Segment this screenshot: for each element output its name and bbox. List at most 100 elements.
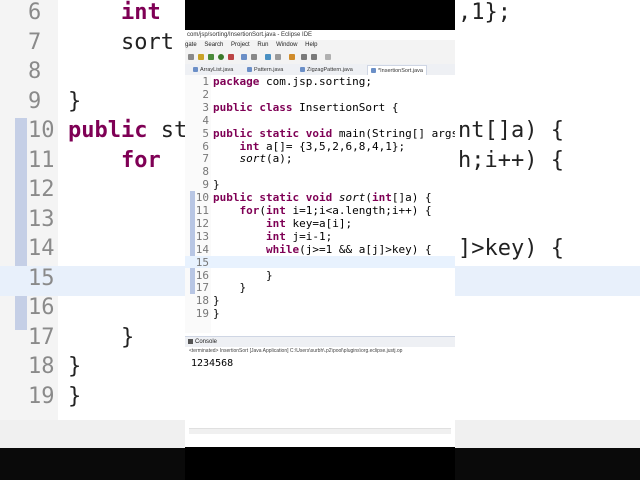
code-line[interactable]: 1 package com.jsp.sorting; [185,75,455,88]
code-text: } [213,268,273,282]
background-line-number: 10 [28,118,55,143]
line-number: 15 [195,255,209,269]
code-text: int a[]= {3,5,2,6,8,4,1}; [239,139,406,153]
line-number: 3 [202,100,209,114]
toolbar-back-icon[interactable] [301,54,307,60]
code-text: public static void main(String[] args [213,126,455,140]
code-text: int key=a[i]; [265,216,353,230]
line-number: 2 [202,87,209,101]
console-title: Console [195,339,218,345]
background-code-right: nt[]a) { [458,118,564,143]
code-line[interactable]: 8 [185,165,455,178]
background-line-number: 16 [28,295,55,320]
console-horizontal-scrollbar[interactable] [189,428,451,434]
background-code-text: } [68,383,82,409]
toolbar-pin-icon[interactable] [325,54,331,60]
code-text: package com.jsp.sorting; [213,75,372,88]
code-line[interactable]: 18} [185,294,455,307]
java-file-icon [371,68,376,74]
line-number: 17 [195,281,209,295]
background-line-number: 6 [28,0,42,25]
code-line[interactable]: 3 public class InsertionSort { [185,101,455,114]
tab-pattern[interactable]: Pattern.java [247,65,283,75]
menu-help[interactable]: Help [305,40,317,50]
background-line-number: 12 [28,177,55,202]
code-line[interactable]: 19} [185,307,455,320]
line-number: 1 [202,75,209,88]
background-code-text: int [120,0,161,25]
java-file-icon [300,67,305,73]
background-line-number: 7 [28,29,42,55]
menu-search[interactable]: Search [204,40,223,50]
code-line[interactable]: 7 sort(a); [185,152,455,165]
toolbar-annotation-icon[interactable] [275,54,281,60]
code-text: while(j>=1 && a[j]>key) { [265,242,432,256]
background-code-text: public st [68,118,188,143]
code-line[interactable]: 12 int key=a[i]; [185,217,455,230]
code-line[interactable]: 5 public static void main(String[] args [185,127,455,140]
background-line-number: 11 [28,147,55,173]
background-line-number: 18 [28,354,55,379]
line-number: 12 [195,216,209,230]
toolbar-forward-icon[interactable] [311,54,317,60]
menu-window[interactable]: Window [276,40,297,50]
background-code-right: ]>key) { [458,236,564,261]
code-line[interactable]: 16 } [185,269,455,282]
code-text: public class InsertionSort { [213,100,399,114]
menu-project[interactable]: Project [231,40,250,50]
java-file-icon [193,67,198,73]
code-line[interactable]: 9} [185,178,455,191]
toolbar-save-icon[interactable] [198,54,204,60]
code-line[interactable]: 17 } [185,281,455,294]
code-line[interactable]: 14 while(j>=1 && a[j]>key) { [185,243,455,256]
toolbar-debug-icon[interactable] [208,54,214,60]
code-line[interactable]: 4 [185,114,455,127]
background-line-number: 8 [28,59,42,84]
toolbar-open-type-icon[interactable] [241,54,247,60]
tab-label: Pattern.java [254,67,284,73]
background-code-right: ,1}; [458,0,511,25]
line-number: 4 [202,113,209,127]
background-line-number: 9 [28,88,42,114]
line-number: 14 [195,242,209,256]
code-line[interactable]: 2 [185,88,455,101]
menu-bar: gate Search Project Run Window Help [185,40,455,50]
toolbar-new-icon[interactable] [188,54,194,60]
toolbar-external-icon[interactable] [228,54,234,60]
code-text: for(int i=1;i<a.length;i++) { [239,204,432,217]
code-editor[interactable]: 1 package com.jsp.sorting; 2 3 public class … [185,75,455,333]
line-number: 9 [202,178,209,192]
code-line[interactable]: 10 public static void sort(int[]a) { [185,191,455,204]
tab-zigzagpattern[interactable]: ZigzagPattern.java [300,65,353,75]
line-number: 11 [195,204,209,217]
code-line[interactable]: 13 int j=i-1; [185,230,455,243]
tab-label: ZigzagPattern.java [307,67,353,73]
code-text: public static void sort(int[]a) { [213,191,432,205]
line-number: 5 [202,126,209,140]
menu-run[interactable]: Run [257,40,268,50]
menu-navigate[interactable]: gate [185,40,197,50]
tab-label: *InsertionSort.java [378,68,423,74]
line-number: 13 [195,229,209,243]
console-header[interactable]: Console [185,336,455,347]
bottom-black-band [185,447,455,480]
code-line[interactable]: 15 [185,255,455,269]
background-line-number: 17 [28,324,55,350]
background-code-text: sort [68,29,174,55]
line-number: 6 [202,139,209,153]
background-line-number: 15 [28,265,55,291]
code-text: sort(a); [239,152,293,166]
tab-arraylist[interactable]: ArrayList.java [193,65,233,75]
line-number: 8 [202,165,209,179]
toolbar-marker-icon[interactable] [289,54,295,60]
code-line[interactable]: 11 for(int i=1;i<a.length;i++) { [185,204,455,217]
toolbar-nav-icon[interactable] [265,54,271,60]
code-text: int j=i-1; [265,229,333,243]
console-output: 1234568 [191,358,234,369]
toolbar-run-icon[interactable] [218,54,224,60]
tab-label: ArrayList.java [200,67,234,73]
toolbar-search-icon[interactable] [251,54,257,60]
top-black-band [185,0,455,30]
code-line[interactable]: 6 int a[]= {3,5,2,6,8,4,1}; [185,140,455,153]
background-line-number: 13 [28,206,55,232]
